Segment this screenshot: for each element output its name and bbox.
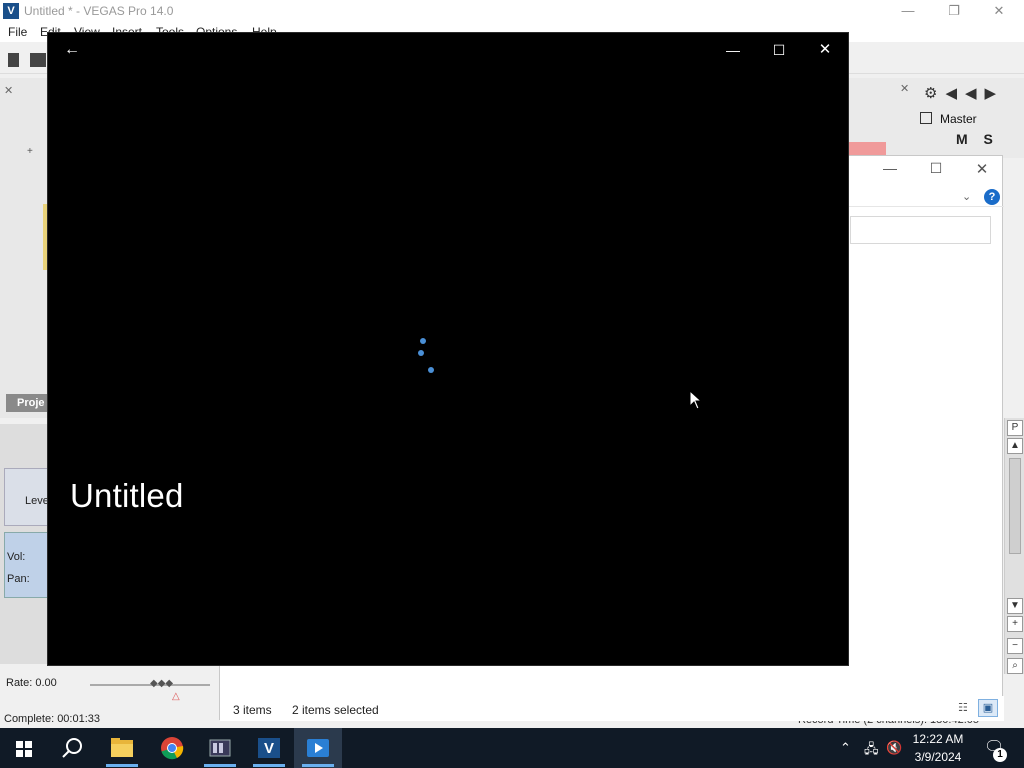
chrome-icon — [161, 737, 184, 760]
help-icon[interactable]: ? — [984, 189, 1000, 205]
back-arrow-icon[interactable]: ← — [64, 41, 82, 59]
zoom-in-button[interactable]: + — [1007, 616, 1023, 632]
active-indicator — [253, 764, 285, 767]
start-button[interactable] — [0, 728, 48, 768]
active-indicator — [302, 764, 334, 767]
mute-solo-buttons[interactable]: M S — [956, 131, 999, 147]
clock-date[interactable]: 3/9/2024 — [908, 750, 968, 764]
items-selected-label: 2 items selected — [292, 703, 379, 717]
mixer-toolbar-icons[interactable]: ⚙◀◀▶ — [924, 84, 1004, 102]
expand-icon[interactable]: + — [27, 146, 33, 157]
warning-icon: △ — [172, 691, 180, 702]
track-list: Leve Vol: Pan: — [0, 424, 49, 664]
track-level-label: Leve — [25, 495, 49, 507]
explorer-minimize-button[interactable]: — — [880, 160, 900, 180]
rate-slider-thumb[interactable]: ◆◆◆ — [150, 678, 176, 690]
vegas-minimize-button[interactable]: — — [885, 0, 931, 22]
vegas-titlebar: V Untitled * - VEGAS Pro 14.0 — ❐ ✕ — [0, 0, 1024, 22]
explorer-close-button[interactable]: ✕ — [972, 160, 992, 180]
marker-icon[interactable]: P — [1007, 420, 1023, 436]
track-pan-label: Pan: — [7, 573, 30, 585]
video-track-header[interactable]: Leve — [4, 468, 49, 526]
taskbar-media-app[interactable] — [196, 728, 244, 768]
left-dock-panel: ✕ + — [0, 78, 48, 418]
ribbon-expand-icon[interactable]: ⌄ — [962, 190, 971, 203]
open-folder-icon[interactable] — [30, 53, 46, 67]
audio-track-header[interactable]: Vol: Pan: — [4, 532, 48, 598]
notification-count-badge: 1 — [993, 748, 1007, 762]
mouse-cursor-icon — [689, 390, 703, 410]
vegas-app-icon: V — [3, 3, 19, 19]
movies-tv-icon — [307, 739, 329, 757]
spinner-dot — [420, 338, 426, 344]
player-close-button[interactable]: ✕ — [816, 41, 834, 59]
zoom-out-button[interactable]: − — [1007, 638, 1023, 654]
clock-time[interactable]: 12:22 AM — [908, 732, 968, 746]
taskbar-vegas[interactable]: V — [245, 728, 293, 768]
show-hidden-icons-chevron-icon[interactable]: ⌃ — [840, 740, 851, 756]
vegas-close-button[interactable]: ✕ — [976, 0, 1022, 22]
zoom-tool-icon[interactable]: ⌕ — [1007, 658, 1023, 674]
scroll-up-button[interactable]: ▲ — [1007, 438, 1023, 454]
dock-close-icon[interactable]: ✕ — [4, 84, 16, 97]
start-icon — [16, 741, 32, 757]
menu-file[interactable]: File — [8, 25, 27, 39]
search-icon — [62, 738, 82, 758]
complete-time-label: Complete: 00:01:33 — [4, 713, 101, 725]
taskbar-chrome[interactable] — [148, 728, 196, 768]
search-input[interactable] — [850, 216, 991, 244]
vegas-window-title: Untitled * - VEGAS Pro 14.0 — [24, 4, 174, 18]
details-view-icon[interactable]: ☷ — [958, 701, 974, 715]
volume-muted-icon[interactable]: 🔇 — [886, 740, 902, 756]
meter-bar — [848, 142, 886, 156]
timeline-vertical-scrollbar[interactable]: P ▲ ▼ + − ⌕ — [1004, 418, 1024, 674]
explorer-maximize-button[interactable]: ☐ — [926, 160, 946, 180]
scroll-down-button[interactable]: ▼ — [1007, 598, 1023, 614]
rate-label: Rate: 0.00 — [6, 677, 57, 689]
file-explorer-icon — [111, 738, 133, 757]
taskbar-movies-tv[interactable] — [294, 728, 342, 768]
media-player-window: ← — ☐ ✕ Untitled — [47, 32, 849, 666]
player-maximize-button[interactable]: ☐ — [770, 41, 788, 59]
media-title: Untitled — [70, 477, 184, 514]
master-bus-label: Master — [940, 112, 977, 126]
search-button[interactable] — [48, 728, 96, 768]
media-app-icon — [209, 739, 231, 757]
master-bus-icon — [920, 112, 932, 124]
vegas-maximize-button[interactable]: ❐ — [931, 0, 977, 22]
project-media-tab[interactable]: Proje — [6, 394, 48, 412]
taskbar-file-explorer[interactable] — [98, 728, 146, 768]
windows-taskbar: V ⌃ 🖧 🔇 12:22 AM 3/9/2024 🗨 — [0, 728, 1024, 768]
vegas-icon: V — [258, 738, 280, 758]
active-indicator — [106, 764, 138, 767]
explorer-status-bar: 3 items 2 items selected ☷ ▣ — [220, 696, 1004, 721]
svg-text:V: V — [264, 740, 274, 757]
player-minimize-button[interactable]: — — [724, 41, 742, 59]
spinner-dot — [428, 367, 434, 373]
track-vol-label: Vol: — [7, 551, 26, 563]
spinner-dot — [418, 350, 424, 356]
scrollbar-thumb[interactable] — [1009, 458, 1021, 554]
network-icon[interactable]: 🖧 — [864, 740, 879, 762]
active-indicator — [204, 764, 236, 767]
mixer-close-icon[interactable]: ✕ — [900, 82, 909, 95]
large-icons-view-icon[interactable]: ▣ — [978, 699, 998, 717]
items-count-label: 3 items — [233, 703, 272, 717]
new-file-icon[interactable] — [8, 53, 19, 67]
